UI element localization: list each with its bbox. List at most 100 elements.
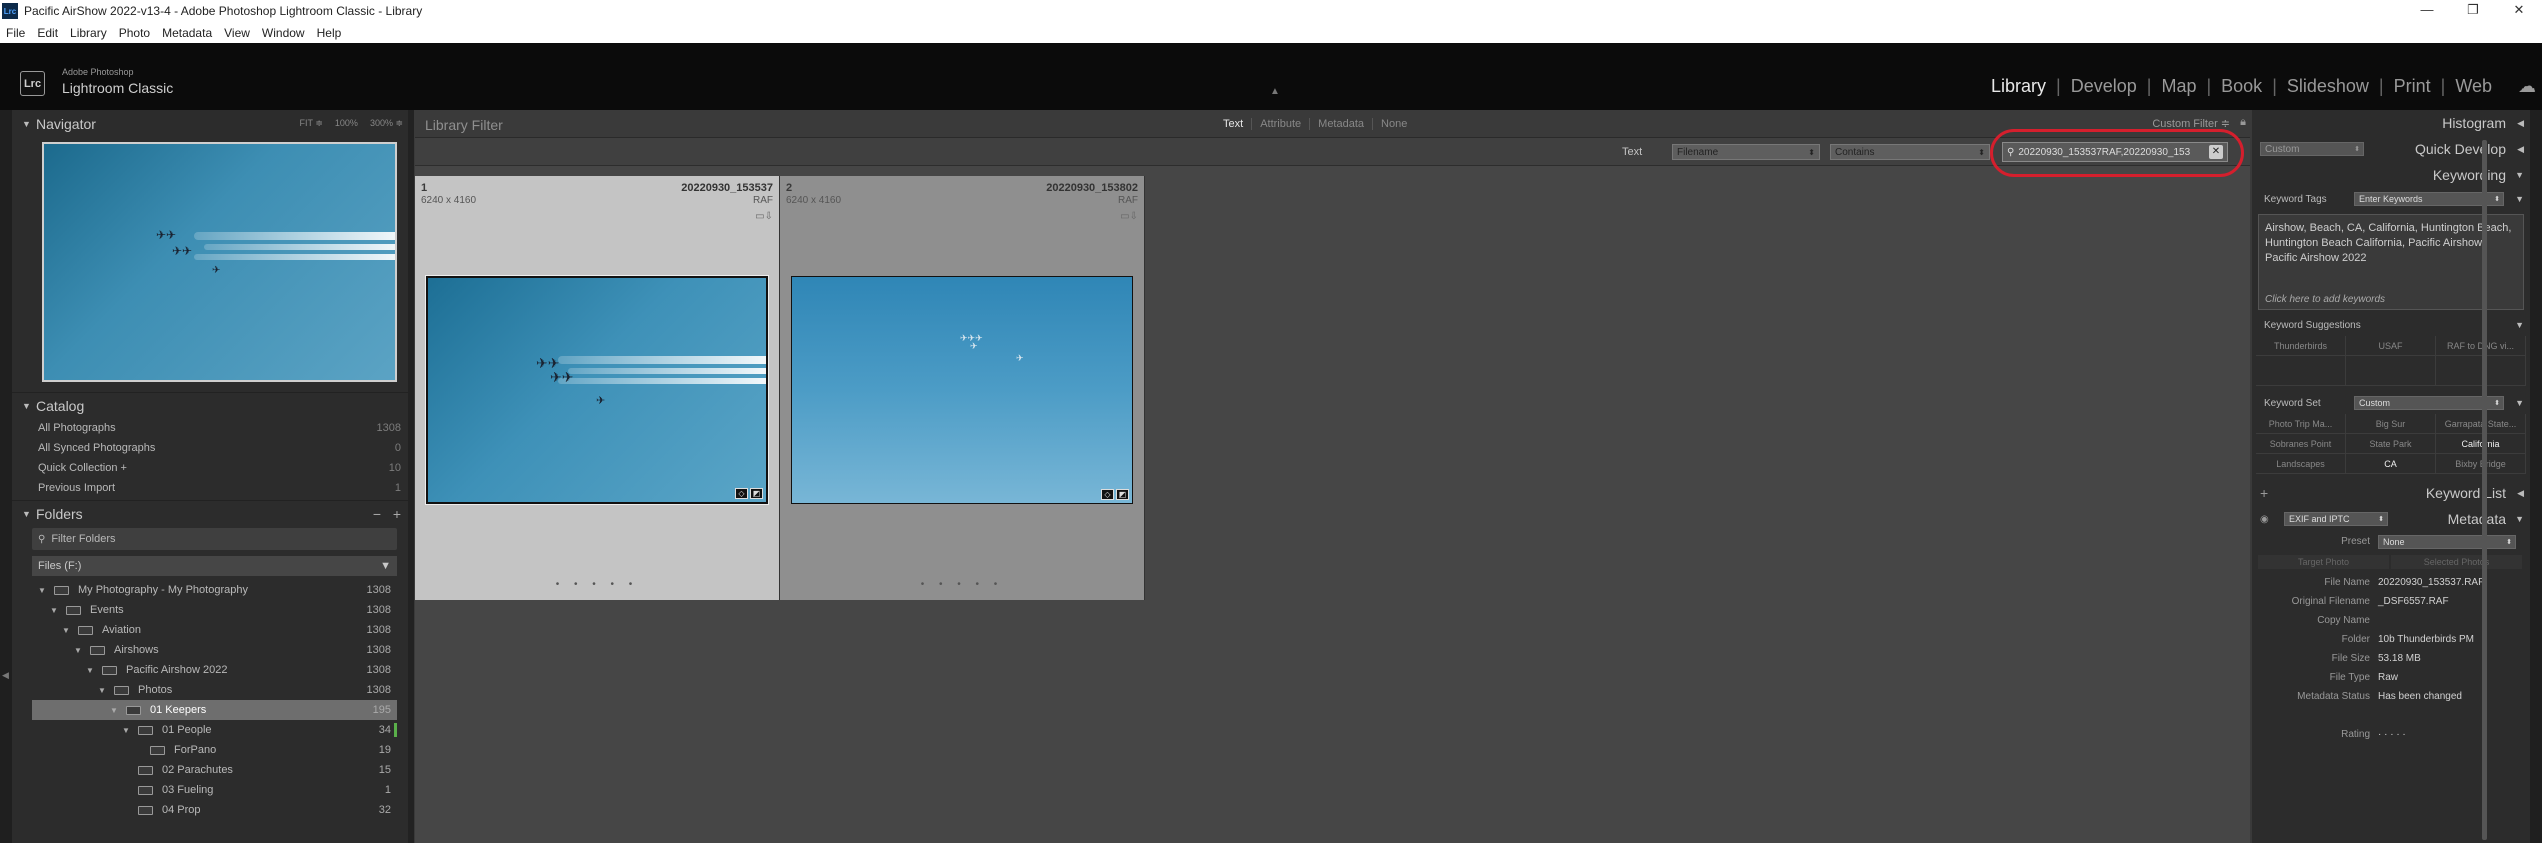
maximize-button[interactable]: ❐ — [2450, 0, 2496, 22]
eye-icon[interactable]: ◉ — [2260, 514, 2269, 525]
volume-bar[interactable]: Files (F:) ▼ — [32, 556, 397, 576]
expand-triangle-icon[interactable]: ▼ — [84, 666, 96, 675]
metadata-value[interactable]: Raw — [2378, 672, 2398, 683]
menu-library[interactable]: Library — [70, 26, 107, 40]
right-panel-edge[interactable] — [2530, 110, 2542, 843]
metadata-preset-dropdown[interactable]: None ⬍ — [2378, 534, 2516, 549]
rating-dots[interactable]: • • • • • — [415, 579, 779, 590]
collapse-triangle-icon[interactable]: ◀ — [2517, 118, 2524, 129]
suggestion-item[interactable] — [2436, 356, 2526, 386]
navigator-header[interactable]: ▼ Navigator FIT ≑ 100% 300% ≑ — [12, 110, 409, 138]
folder-row[interactable]: ▼ 01 Keepers 195 — [32, 700, 397, 720]
collapse-top-panel-icon[interactable]: ▲ — [1270, 86, 1280, 97]
add-keywords-hint[interactable]: Click here to add keywords — [2265, 292, 2385, 307]
filter-tab-text[interactable]: Text — [1215, 118, 1253, 130]
keyword-set-item[interactable]: California — [2436, 434, 2526, 454]
collapse-triangle-icon[interactable]: ▼ — [2515, 170, 2524, 180]
metadata-value[interactable]: Has been changed — [2378, 691, 2462, 702]
collapse-triangle-icon[interactable]: ▼ — [22, 509, 31, 519]
right-panel-scrollbar[interactable] — [2482, 140, 2487, 840]
collapse-triangle-icon[interactable]: ▼ — [2515, 514, 2524, 524]
rating-dots[interactable]: • • • • • — [780, 579, 1144, 590]
folder-row[interactable]: ▼ Events 1308 — [32, 600, 397, 620]
metadata-badge-icon[interactable]: ▭⇩ — [1120, 211, 1138, 222]
saved-preset-dropdown[interactable]: Custom ⬍ — [2260, 142, 2364, 156]
develop-badge-icon[interactable]: ◩ — [750, 488, 763, 499]
suggestion-item[interactable]: RAF to DNG vi... — [2436, 336, 2526, 356]
catalog-header[interactable]: ▼ Catalog — [12, 392, 409, 418]
metadata-view-dropdown[interactable]: EXIF and IPTC ⬍ — [2284, 512, 2388, 526]
module-slideshow[interactable]: Slideshow — [2277, 76, 2379, 97]
catalog-item[interactable]: All Synced Photographs 0 — [12, 438, 409, 458]
folder-row[interactable]: ForPano 19 — [32, 740, 397, 760]
expand-triangle-icon[interactable]: ▼ — [60, 626, 72, 635]
menu-help[interactable]: Help — [317, 26, 342, 40]
menu-window[interactable]: Window — [262, 26, 305, 40]
expand-triangle-icon[interactable]: ▼ — [120, 726, 132, 735]
grid-cell[interactable]: 2 6240 x 4160 20220930_153802 RAF ▭⇩ ✈✈✈… — [780, 176, 1145, 600]
expand-triangle-icon[interactable]: ▼ — [2515, 194, 2524, 204]
left-panel-edge[interactable]: ◀ — [0, 110, 12, 843]
metadata-value[interactable]: 53.18 MB — [2378, 653, 2421, 664]
volume-triangle-icon[interactable]: ▼ — [380, 560, 391, 572]
zoom-fit[interactable]: FIT ≑ — [300, 118, 323, 129]
lock-icon[interactable]: 🔒︎ — [2240, 116, 2246, 129]
collapse-triangle-icon[interactable]: ▼ — [22, 401, 31, 411]
keyword-set-item[interactable]: Big Sur — [2346, 414, 2436, 434]
expand-triangle-icon[interactable]: ▼ — [72, 646, 84, 655]
module-print[interactable]: Print — [2384, 76, 2441, 97]
menu-view[interactable]: View — [224, 26, 250, 40]
histogram-header[interactable]: Histogram ◀ — [2252, 110, 2530, 136]
add-folder-button[interactable]: + — [393, 506, 401, 522]
keyword-set-item[interactable]: Photo Trip Ma... — [2256, 414, 2346, 434]
quick-develop-header[interactable]: Custom ⬍ Quick Develop ◀ — [2252, 136, 2530, 162]
folder-row[interactable]: ▼ Pacific Airshow 2022 1308 — [32, 660, 397, 680]
expand-triangle-icon[interactable]: ▼ — [48, 606, 60, 615]
catalog-item[interactable]: All Photographs 1308 — [12, 418, 409, 438]
zoom-300[interactable]: 300% ≑ — [370, 118, 403, 129]
metadata-value[interactable]: _DSF6557.RAF — [2378, 596, 2449, 607]
crop-badge-icon[interactable]: ◇ — [1101, 489, 1114, 500]
selected-photos-button[interactable]: Selected Photos — [2391, 555, 2522, 569]
keyword-set-item[interactable]: Landscapes — [2256, 454, 2346, 474]
menu-file[interactable]: File — [6, 26, 25, 40]
photo-thumbnail[interactable]: ✈✈✈ ✈ ✈ ◇ ◩ — [791, 276, 1133, 504]
add-keyword-icon[interactable]: + — [2260, 485, 2268, 501]
suggestion-item[interactable]: Thunderbirds — [2256, 336, 2346, 356]
navigator-preview[interactable]: ✈✈ ✈✈ ✈ — [42, 142, 397, 382]
remove-folder-button[interactable]: − — [373, 506, 381, 522]
filter-tab-none[interactable]: None — [1373, 118, 1415, 130]
minimize-button[interactable]: — — [2404, 0, 2450, 22]
keyword-set-item[interactable]: Bixby Bridge — [2436, 454, 2526, 474]
metadata-value[interactable]: 20220930_153537.RAF — [2378, 577, 2484, 588]
close-button[interactable]: ✕ — [2496, 0, 2542, 22]
cloud-icon[interactable]: ☁ — [2518, 76, 2536, 97]
field-dropdown[interactable]: Filename ⬍ — [1672, 144, 1820, 160]
expand-triangle-icon[interactable]: ▼ — [2515, 398, 2524, 408]
expand-triangle-icon[interactable]: ▼ — [2515, 320, 2524, 330]
grid-cell[interactable]: 1 6240 x 4160 20220930_153537 RAF ▭⇩ ✈✈ … — [415, 176, 780, 600]
folder-row[interactable]: ▼ Airshows 1308 — [32, 640, 397, 660]
filter-tab-attribute[interactable]: Attribute — [1252, 118, 1311, 130]
keyword-list-header[interactable]: + Keyword List ◀ — [2252, 480, 2530, 506]
metadata-header[interactable]: ◉ EXIF and IPTC ⬍ Metadata ▼ — [2252, 506, 2530, 532]
crop-badge-icon[interactable]: ◇ — [735, 488, 748, 499]
zoom-100[interactable]: 100% — [335, 118, 358, 129]
filter-tab-metadata[interactable]: Metadata — [1310, 118, 1374, 130]
target-photo-button[interactable]: Target Photo — [2258, 555, 2389, 569]
folder-row[interactable]: ▼ Photos 1308 — [32, 680, 397, 700]
catalog-item[interactable]: Quick Collection + 10 — [12, 458, 409, 478]
keyword-set-item[interactable]: CA — [2346, 454, 2436, 474]
folder-row[interactable]: ▼ 01 People 34 — [32, 720, 397, 740]
folder-row[interactable]: ▼ Aviation 1308 — [32, 620, 397, 640]
collapse-triangle-icon[interactable]: ▼ — [22, 119, 31, 129]
collapse-triangle-icon[interactable]: ◀ — [2517, 144, 2524, 155]
left-panel-scrollbar[interactable] — [408, 110, 414, 843]
suggestion-item[interactable]: USAF — [2346, 336, 2436, 356]
expand-triangle-icon[interactable]: ▼ — [108, 706, 120, 715]
keywording-header[interactable]: Keywording ▼ — [2252, 162, 2530, 188]
module-map[interactable]: Map — [2151, 76, 2206, 97]
folder-row[interactable]: ▼ My Photography - My Photography 1308 — [32, 580, 397, 600]
suggestion-item[interactable] — [2256, 356, 2346, 386]
metadata-badge-icon[interactable]: ▭⇩ — [755, 211, 773, 222]
